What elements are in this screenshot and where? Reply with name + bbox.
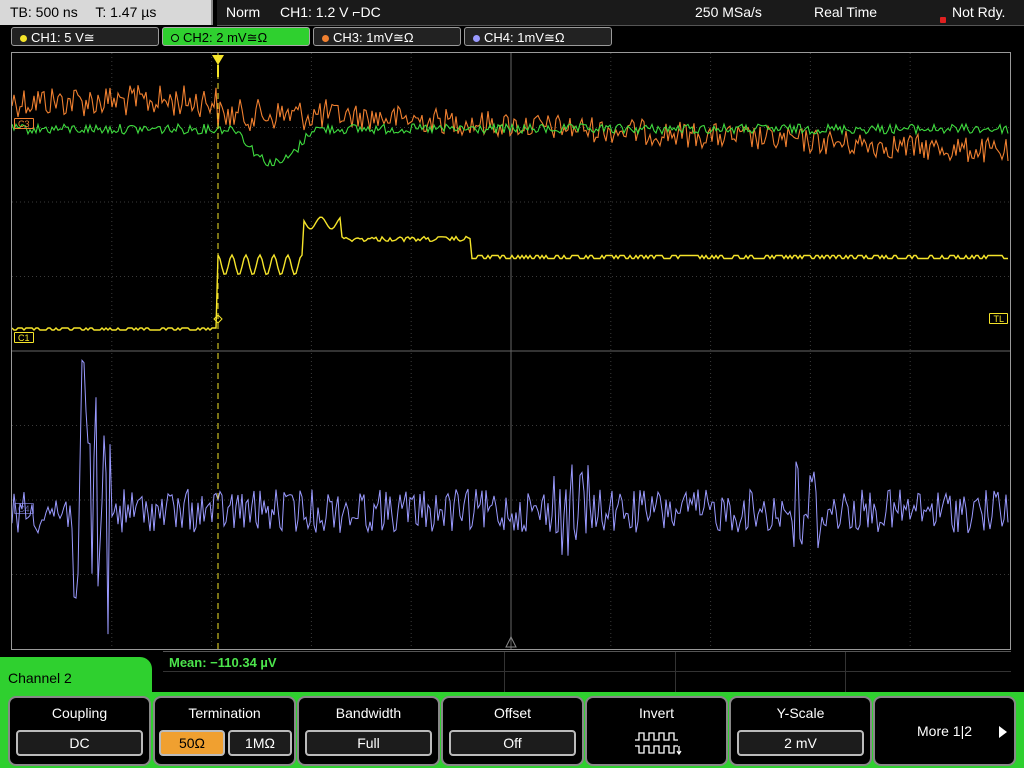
invert-title: Invert: [638, 705, 674, 721]
yscale-title: Y-Scale: [776, 705, 825, 721]
tab-ch2[interactable]: CH2: 2 mV≅Ω: [162, 27, 310, 46]
channel-tabs: CH1: 5 V≅ CH2: 2 mV≅Ω CH3: 1mV≅Ω CH4: 1m…: [0, 26, 1024, 48]
trigger-position-icon: [212, 55, 224, 65]
tab-ch2-label: CH2: 2 mV≅Ω: [183, 30, 268, 45]
offset-title: Offset: [493, 705, 532, 721]
ch4-trace: [12, 358, 1009, 635]
tab-ch1[interactable]: CH1: 5 V≅: [11, 27, 159, 46]
coupling-title: Coupling: [51, 705, 108, 721]
measure-divider-v2: [675, 652, 676, 692]
waveform-canvas: [12, 53, 1010, 649]
ch1-trace: [12, 216, 1008, 331]
waveform-display[interactable]: C3 C2 C1 C4 TL: [11, 52, 1011, 650]
ch4-offset-marker[interactable]: C4: [14, 503, 34, 514]
tab-ch1-label: CH1: 5 V≅: [31, 30, 95, 45]
sample-rate: 250 MSa/s: [695, 4, 762, 20]
termination-title: Termination: [188, 705, 261, 721]
yscale-softkey[interactable]: Y-Scale 2 mV: [729, 696, 872, 766]
tab-ch4-label: CH4: 1mV≅Ω: [484, 30, 565, 45]
status-bar: TB: 500 ns T: 1.47 µs Norm CH1: 1.2 V ⌐D…: [0, 0, 1024, 26]
menu-title: Channel 2: [8, 670, 72, 686]
yscale-button[interactable]: 2 mV: [737, 730, 864, 756]
bandwidth-button[interactable]: Full: [305, 730, 432, 756]
timebase-value: TB: 500 ns: [10, 4, 78, 20]
more-label: More 1|2: [917, 723, 972, 739]
acq-state: Not Rdy.: [939, 0, 1005, 25]
ch3-trace: [12, 85, 1009, 163]
bandwidth-title: Bandwidth: [335, 705, 402, 721]
offset-button[interactable]: Off: [449, 730, 576, 756]
coupling-button[interactable]: DC: [16, 730, 143, 756]
ch4-dot-icon: [473, 35, 480, 42]
time-value: T: 1.47 µs: [95, 4, 157, 20]
ch2-trace: [12, 122, 1009, 167]
invert-waveform-icon: [635, 732, 682, 756]
trigger-setting: CH1: 1.2 V ⌐DC: [280, 4, 381, 20]
termination-50ohm-button[interactable]: 50Ω: [159, 730, 225, 756]
tab-ch4[interactable]: CH4: 1mV≅Ω: [464, 27, 612, 46]
termination-softkey[interactable]: Termination 50Ω 1MΩ: [153, 696, 296, 766]
ch2-dot-icon: [171, 34, 179, 42]
measure-divider: [163, 671, 1011, 672]
ch1-dot-icon: [20, 35, 27, 42]
tab-ch3-label: CH3: 1mV≅Ω: [333, 30, 414, 45]
trigger-level-marker[interactable]: TL: [989, 313, 1008, 324]
termination-1mohm-button[interactable]: 1MΩ: [228, 730, 292, 756]
acq-mode: Norm: [226, 4, 261, 20]
timebase-box[interactable]: TB: 500 ns T: 1.47 µs: [0, 0, 213, 25]
tab-ch3[interactable]: CH3: 1mV≅Ω: [313, 27, 461, 46]
coupling-softkey[interactable]: Coupling DC: [8, 696, 151, 766]
bandwidth-softkey[interactable]: Bandwidth Full: [297, 696, 440, 766]
realtime-mode: Real Time: [814, 4, 878, 20]
offset-softkey[interactable]: Offset Off: [441, 696, 584, 766]
mean-measurement[interactable]: Mean: −110.34 µV: [169, 655, 277, 670]
ch1-offset-marker[interactable]: C1: [14, 332, 34, 343]
measure-divider-v3: [845, 652, 846, 692]
trigger-bar[interactable]: Norm CH1: 1.2 V ⌐DC 250 MSa/s Real Time …: [217, 0, 1024, 26]
measurement-strip: Mean: −110.34 µV: [163, 651, 1011, 693]
ch3-dot-icon: [322, 35, 329, 42]
invert-softkey[interactable]: Invert: [585, 696, 728, 766]
more-softkey[interactable]: More 1|2: [873, 696, 1016, 766]
arrow-right-icon: [999, 726, 1007, 738]
measure-divider-v1: [504, 652, 505, 692]
